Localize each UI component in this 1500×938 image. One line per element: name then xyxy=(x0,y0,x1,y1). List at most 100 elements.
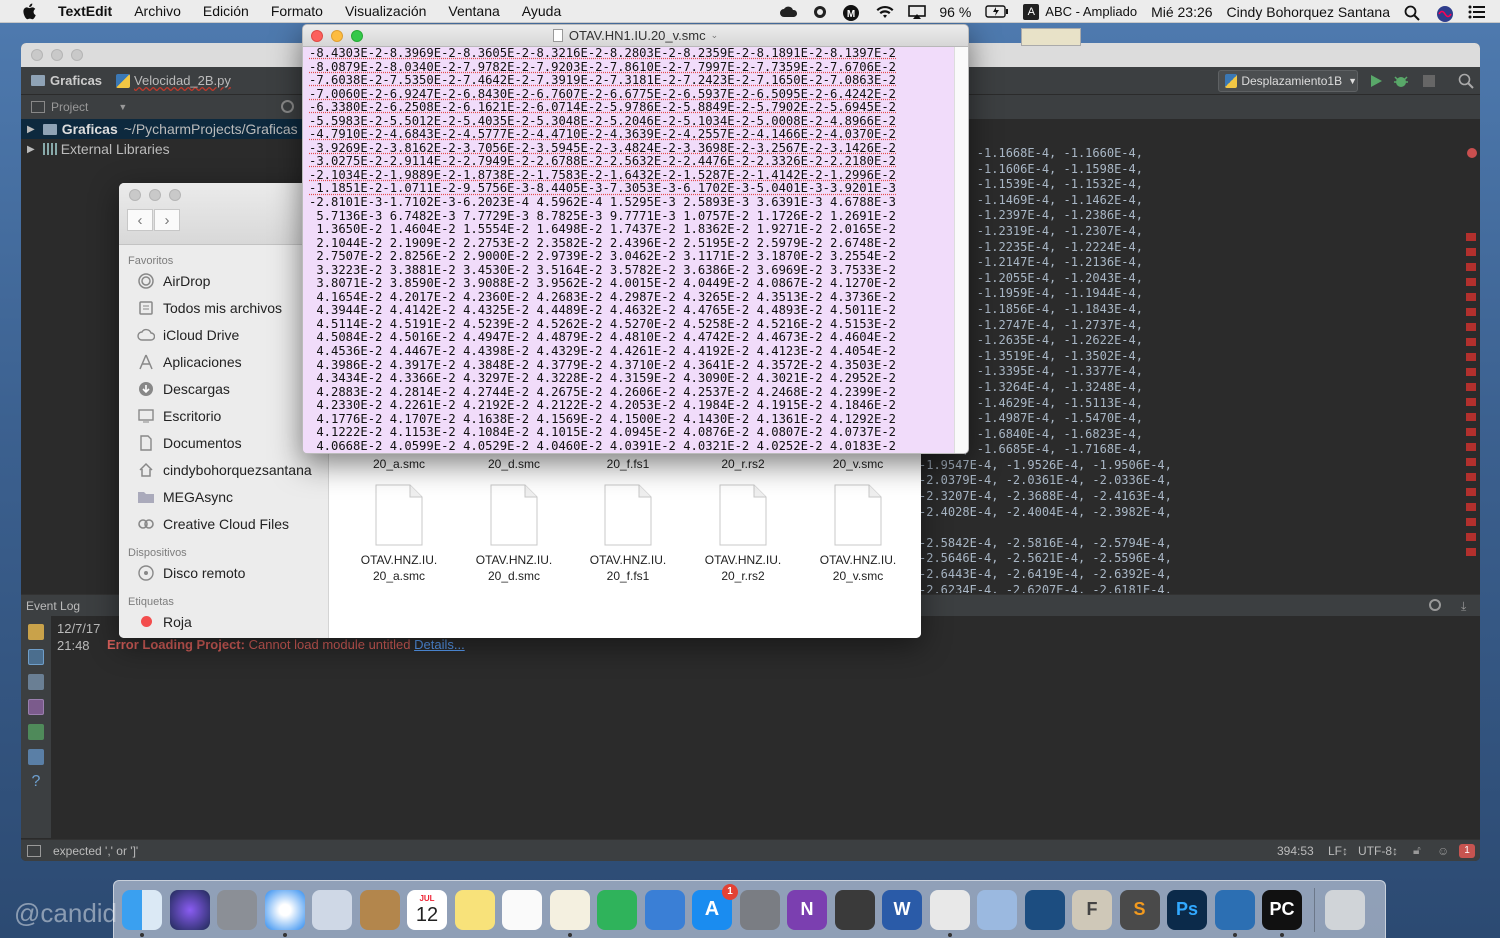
clock[interactable]: Mié 23:26 xyxy=(1151,4,1212,20)
document-title[interactable]: OTAV.HN1.IU.20_v.smc xyxy=(569,28,706,43)
script-editor-icon[interactable] xyxy=(929,889,970,937)
error-marker[interactable] xyxy=(1466,278,1476,286)
inspector-icon[interactable]: ☺︎ xyxy=(1437,844,1449,858)
mark-read-icon[interactable] xyxy=(28,724,44,740)
photoshop-icon[interactable]: Ps xyxy=(1167,889,1207,930)
file-caption[interactable]: 20_d.smc xyxy=(464,457,564,471)
chevron-right-icon[interactable]: ▶ xyxy=(27,124,35,135)
error-marker[interactable] xyxy=(1466,443,1476,451)
battery-icon[interactable] xyxy=(985,4,1009,19)
chevron-down-icon[interactable]: ⌄ xyxy=(711,30,719,41)
final-cut-icon[interactable] xyxy=(834,889,875,930)
error-marker[interactable] xyxy=(1466,503,1476,511)
tree-item-external-libraries[interactable]: ▶ External Libraries xyxy=(21,139,311,159)
debug-icon[interactable] xyxy=(1393,73,1409,89)
error-marker[interactable] xyxy=(1466,548,1476,556)
preview-icon[interactable] xyxy=(312,889,352,930)
sidebar-item-documentos[interactable]: Documentos xyxy=(119,429,328,456)
close-button[interactable] xyxy=(129,189,141,201)
system-preferences-icon[interactable] xyxy=(739,889,780,930)
reminders-icon[interactable] xyxy=(502,889,542,930)
search-everywhere-icon[interactable] xyxy=(1458,73,1474,89)
menu-visualizacion[interactable]: Visualización xyxy=(345,3,426,19)
keynote-icon[interactable] xyxy=(644,889,685,930)
sidebar-item-aplicaciones[interactable]: Aplicaciones xyxy=(119,348,328,375)
launchpad-icon[interactable] xyxy=(217,889,257,930)
siri-icon[interactable] xyxy=(1436,5,1454,22)
breadcrumb-file[interactable]: Velocidad_2B.py xyxy=(116,73,231,88)
file-item[interactable]: OTAV.HNZ.IU. 20_d.smc xyxy=(464,484,564,584)
file-caption[interactable]: 20_a.smc xyxy=(349,457,449,471)
word-icon[interactable]: W xyxy=(882,889,922,930)
error-marker[interactable] xyxy=(1466,413,1476,421)
menu-ayuda[interactable]: Ayuda xyxy=(522,3,561,19)
back-button[interactable]: ‹ xyxy=(127,209,153,231)
sidebar-item-todos-mis-archivos[interactable]: Todos mis archivos xyxy=(119,294,328,321)
error-marker[interactable] xyxy=(1466,248,1476,256)
text-area[interactable]: -8.4303E-2-8.3969E-2-8.3605E-2-8.3216E-2… xyxy=(303,47,968,453)
error-marker[interactable] xyxy=(1466,458,1476,466)
file-caption[interactable]: 20_f.fs1 xyxy=(578,457,678,471)
error-marker[interactable] xyxy=(1466,428,1476,436)
event-count-badge[interactable]: 1 xyxy=(1459,844,1475,858)
trash-icon[interactable] xyxy=(1324,889,1365,930)
menu-edicion[interactable]: Edición xyxy=(203,3,249,19)
zoom-button[interactable] xyxy=(169,189,181,201)
close-button[interactable] xyxy=(31,49,43,61)
creative-cloud-icon[interactable] xyxy=(779,5,798,19)
file-item[interactable]: OTAV.HNZ.IU. 20_v.smc xyxy=(808,484,908,584)
siri-icon[interactable] xyxy=(169,889,210,930)
file-caption[interactable]: 20_v.smc xyxy=(808,457,908,471)
numbers-icon[interactable] xyxy=(597,889,637,930)
file-item[interactable]: OTAV.HNZ.IU. 20_f.fs1 xyxy=(578,484,678,584)
sidebar-item-escritorio[interactable]: Escritorio xyxy=(119,402,328,429)
forward-button[interactable]: › xyxy=(154,209,180,231)
file-caption[interactable]: 20_r.rs2 xyxy=(693,457,793,471)
apple-menu-icon[interactable] xyxy=(20,2,38,20)
run-icon[interactable] xyxy=(1368,73,1384,89)
cursor-position[interactable]: 394:53 xyxy=(1277,844,1314,858)
wrench-icon[interactable] xyxy=(28,624,44,640)
app-store-icon[interactable]: A1 xyxy=(692,883,738,930)
menu-archivo[interactable]: Archivo xyxy=(134,3,181,19)
window-thumbnail[interactable] xyxy=(1021,28,1081,46)
error-marker[interactable] xyxy=(1466,518,1476,526)
clear-all-icon[interactable] xyxy=(28,749,44,765)
settings-gear-icon[interactable] xyxy=(1429,599,1441,611)
tree-item-graficas[interactable]: ▶ Graficas ~/PycharmProjects/Graficas xyxy=(21,119,311,139)
close-button[interactable] xyxy=(311,30,323,42)
minimize-button[interactable] xyxy=(331,30,343,42)
chevron-right-icon[interactable]: ▶ xyxy=(27,144,35,155)
zoom-button[interactable] xyxy=(351,30,363,42)
error-marker[interactable] xyxy=(1466,488,1476,496)
error-marker[interactable] xyxy=(1466,383,1476,391)
error-marker[interactable] xyxy=(1466,353,1476,361)
error-marker[interactable] xyxy=(1466,368,1476,376)
safari-icon[interactable] xyxy=(264,889,305,937)
chevron-down-icon[interactable]: ▼ xyxy=(118,102,127,112)
error-marker[interactable] xyxy=(1466,338,1476,346)
user-name[interactable]: Cindy Bohorquez Santana xyxy=(1227,4,1390,20)
balloon-icon[interactable] xyxy=(28,649,44,665)
breadcrumb-project[interactable]: Graficas xyxy=(31,73,102,88)
sync-icon[interactable] xyxy=(811,5,829,19)
error-marker[interactable] xyxy=(1466,533,1476,541)
menu-ventana[interactable]: Ventana xyxy=(448,3,499,19)
input-source-label[interactable]: ABC - Ampliado xyxy=(1045,4,1137,19)
project-panel-label[interactable]: Project xyxy=(51,100,88,114)
sidebar-item-icloud-drive[interactable]: iCloud Drive xyxy=(119,321,328,348)
calendar-icon[interactable]: JUL 12 xyxy=(407,889,447,930)
error-indicator-icon[interactable] xyxy=(1467,148,1477,158)
quicktime-icon[interactable] xyxy=(1024,889,1065,930)
file-item[interactable]: OTAV.HNZ.IU. 20_r.rs2 xyxy=(693,484,793,584)
toggle-tool-windows-icon[interactable] xyxy=(27,844,41,857)
details-link[interactable]: Details... xyxy=(414,637,465,652)
sidebar-item-airdrop[interactable]: AirDrop xyxy=(119,267,328,294)
help-icon[interactable]: ? xyxy=(28,774,44,790)
textedit-icon[interactable] xyxy=(549,889,590,937)
mega-icon[interactable]: M xyxy=(843,4,861,21)
minimize-button[interactable] xyxy=(149,189,161,201)
wireshark-icon[interactable] xyxy=(1214,889,1255,937)
minimize-button[interactable] xyxy=(51,49,63,61)
soft-wrap-icon[interactable] xyxy=(28,674,44,690)
